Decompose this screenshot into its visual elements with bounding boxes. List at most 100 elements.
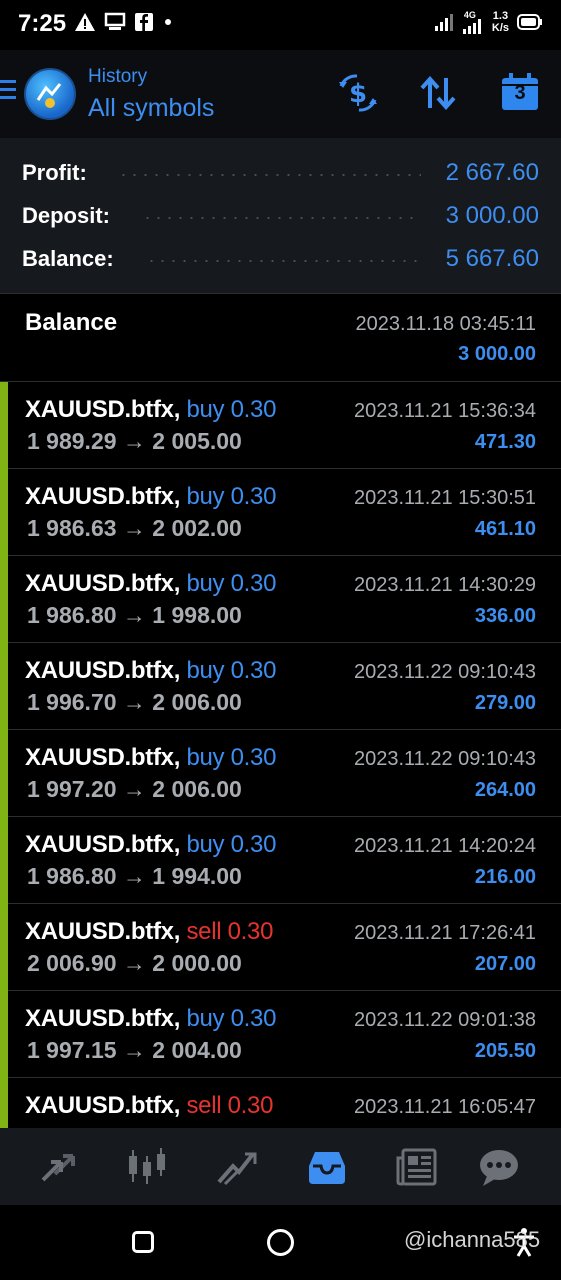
trade-symbol: XAUUSD.btfx, buy 0.30 xyxy=(25,570,276,598)
trade-prices: 2 006.90 → 2 000.00 xyxy=(27,950,242,976)
calendar-day: 3 xyxy=(514,82,526,104)
warning-icon xyxy=(75,13,95,31)
trade-prices: 1 997.15 → 2 004.00 xyxy=(27,1037,242,1063)
trade-prices: 1 986.63 → 2 002.00 xyxy=(27,515,242,541)
trade-status-bar xyxy=(0,469,8,556)
trade-icon[interactable] xyxy=(215,1146,259,1188)
trade-symbol-name: XAUUSD.btfx, xyxy=(25,396,181,423)
quotes-icon[interactable] xyxy=(35,1146,79,1188)
balance-entry-date: 2023.11.18 03:45:11 xyxy=(355,313,536,335)
system-navigation-bar: @ichanna585 xyxy=(0,1205,561,1280)
summary-profit-row: Profit: 2 667.60 xyxy=(0,152,561,192)
dot-icon xyxy=(165,19,171,25)
trade-profit: 207.00 xyxy=(474,953,536,975)
trade-status-bar xyxy=(0,817,8,904)
status-left-icons xyxy=(74,12,174,32)
watermark-text: @ichanna585 xyxy=(404,1227,541,1252)
trade-prices: 1 989.29 → 2 005.00 xyxy=(27,428,242,454)
device-icon xyxy=(104,12,126,30)
summary-profit-value: 2 667.60 xyxy=(445,159,539,186)
summary-deposit-value: 3 000.00 xyxy=(445,202,539,229)
trade-symbol-name: XAUUSD.btfx, xyxy=(25,570,181,597)
summary-dots xyxy=(142,217,421,219)
trade-date: 2023.11.22 09:10:43 xyxy=(353,661,536,683)
chat-icon[interactable] xyxy=(477,1146,521,1188)
trade-row[interactable]: XAUUSD.btfx, buy 0.30 1 986.80 → 1 994.0… xyxy=(0,817,561,904)
trade-symbol-name: XAUUSD.btfx, xyxy=(25,483,181,510)
trade-symbol: XAUUSD.btfx, sell 0.30 xyxy=(25,1092,273,1120)
status-bar: 7:25 4G 1.3 K/s xyxy=(0,0,561,50)
recent-apps-button[interactable] xyxy=(132,1231,154,1253)
trade-row[interactable]: XAUUSD.btfx, buy 0.30 1 986.63 → 2 002.0… xyxy=(0,469,561,556)
trade-row[interactable]: XAUUSD.btfx, buy 0.30 1 996.70 → 2 006.0… xyxy=(0,643,561,730)
trade-prices: 1 986.80 → 1 998.00 xyxy=(27,602,242,628)
trade-profit: 336.00 xyxy=(474,605,536,627)
network-speed: 1.3 K/s xyxy=(492,10,509,34)
dollar-swap-icon[interactable]: $ xyxy=(337,72,379,114)
balance-entry[interactable]: Balance 2023.11.18 03:45:11 3 000.00 xyxy=(0,295,561,382)
trade-side: buy 0.30 xyxy=(186,657,277,684)
trade-date: 2023.11.21 16:05:47 xyxy=(353,1096,536,1118)
trade-side: buy 0.30 xyxy=(186,396,277,423)
trade-status-bar xyxy=(0,730,8,817)
status-time: 7:25 xyxy=(18,10,67,37)
sort-icon[interactable] xyxy=(418,72,460,114)
home-button[interactable] xyxy=(267,1229,294,1256)
trade-symbol-name: XAUUSD.btfx, xyxy=(25,1092,181,1119)
trade-side: buy 0.30 xyxy=(186,744,277,771)
trade-profit: 471.30 xyxy=(474,431,536,453)
summary-profit-label: Profit: xyxy=(22,160,87,185)
trade-side: buy 0.30 xyxy=(186,1005,277,1032)
chart-icon[interactable] xyxy=(125,1146,169,1188)
trade-status-bar xyxy=(0,904,8,991)
network-speed-value: 1.3 xyxy=(492,10,509,22)
trade-symbol: XAUUSD.btfx, buy 0.30 xyxy=(25,657,276,685)
trade-symbol-name: XAUUSD.btfx, xyxy=(25,831,181,858)
trade-date: 2023.11.21 14:20:24 xyxy=(353,835,536,857)
balance-entry-title: Balance xyxy=(25,309,118,336)
history-list[interactable]: Balance 2023.11.18 03:45:11 3 000.00 XAU… xyxy=(0,295,561,1128)
trade-side: sell 0.30 xyxy=(186,1092,274,1119)
summary-dots xyxy=(118,174,421,176)
trade-profit: 205.50 xyxy=(474,1040,536,1062)
calendar-icon[interactable]: 3 xyxy=(498,72,540,114)
trade-date: 2023.11.21 17:26:41 xyxy=(353,922,536,944)
trade-date: 2023.11.21 14:30:29 xyxy=(353,574,536,596)
summary-balance-row: Balance: 5 667.60 xyxy=(0,238,561,278)
trade-symbol: XAUUSD.btfx, buy 0.30 xyxy=(25,483,276,511)
trade-symbol: XAUUSD.btfx, buy 0.30 xyxy=(25,831,276,859)
summary-balance-label: Balance: xyxy=(22,246,114,271)
status-right-icons: 4G 1.3 K/s xyxy=(434,10,543,34)
trade-prices: 1 986.80 → 1 994.00 xyxy=(27,863,242,889)
app-logo[interactable] xyxy=(24,68,76,120)
trade-row[interactable]: XAUUSD.btfx, buy 0.30 1 986.80 → 1 998.0… xyxy=(0,556,561,643)
trade-status-bar xyxy=(0,991,8,1078)
trade-row[interactable]: XAUUSD.btfx, buy 0.30 1 989.29 → 2 005.0… xyxy=(0,382,561,469)
trade-symbol-name: XAUUSD.btfx, xyxy=(25,657,181,684)
menu-icon[interactable] xyxy=(0,80,16,102)
trade-status-bar xyxy=(0,1078,8,1128)
trade-row[interactable]: XAUUSD.btfx, buy 0.30 1 997.15 → 2 004.0… xyxy=(0,991,561,1078)
trade-symbol: XAUUSD.btfx, buy 0.30 xyxy=(25,1005,276,1033)
trade-side: sell 0.30 xyxy=(186,918,274,945)
trade-prices: 1 996.70 → 2 006.00 xyxy=(27,689,242,715)
trade-status-bar xyxy=(0,556,8,643)
toolbar-title[interactable]: All symbols xyxy=(88,94,214,123)
history-icon[interactable] xyxy=(305,1146,349,1188)
trade-prices: 1 997.20 → 2 006.00 xyxy=(27,776,242,802)
balance-entry-amount: 3 000.00 xyxy=(458,343,536,365)
trade-status-bar xyxy=(0,643,8,730)
summary-deposit-row: Deposit: 3 000.00 xyxy=(0,195,561,235)
trade-profit: 264.00 xyxy=(474,779,536,801)
facebook-icon xyxy=(135,13,153,31)
trade-date: 2023.11.21 15:30:51 xyxy=(353,487,536,509)
network-speed-unit: K/s xyxy=(491,22,509,34)
signal-icon-2: 4G xyxy=(462,10,484,34)
trade-row[interactable]: XAUUSD.btfx, buy 0.30 1 997.20 → 2 006.0… xyxy=(0,730,561,817)
news-icon[interactable] xyxy=(395,1146,439,1188)
trade-row[interactable]: XAUUSD.btfx, sell 0.30 2 006.90 → 2 000.… xyxy=(0,904,561,991)
trade-row[interactable]: XAUUSD.btfx, sell 0.30 2023.11.21 16:05:… xyxy=(0,1078,561,1128)
svg-text:$: $ xyxy=(349,79,367,109)
trade-symbol: XAUUSD.btfx, buy 0.30 xyxy=(25,744,276,772)
bottom-navigation xyxy=(0,1128,561,1205)
